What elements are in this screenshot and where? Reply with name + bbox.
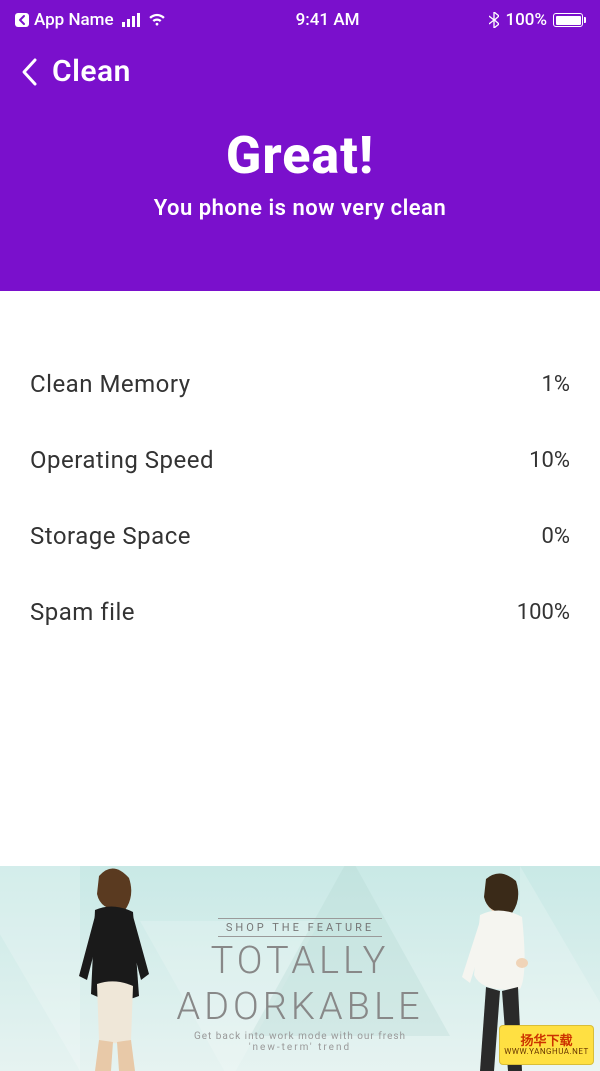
ad-headline-2: ADORKABLE: [0, 985, 600, 1029]
status-battery-pct: 100%: [505, 10, 547, 30]
page-title: Clean: [52, 54, 131, 89]
ad-banner[interactable]: SHOP THE FEATURE TOTALLY ADORKABLE Get b…: [0, 866, 600, 1071]
stat-row: Clean Memory 1%: [30, 346, 570, 422]
stat-label: Operating Speed: [30, 446, 214, 474]
status-app-name: App Name: [34, 10, 114, 30]
back-app-icon: [14, 12, 30, 28]
watermark-badge: 扬华下载 WWW.YANGHUA.NET: [499, 1025, 594, 1065]
signal-icon: [122, 13, 140, 27]
stat-label: Clean Memory: [30, 370, 191, 398]
watermark-name: 扬华下载: [520, 1035, 572, 1048]
watermark-url: WWW.YANGHUA.NET: [504, 1048, 588, 1056]
hero-section: Great! You phone is now very clean: [0, 95, 600, 231]
hero-subtitle: You phone is now very clean: [20, 196, 580, 221]
stat-value: 10%: [529, 448, 570, 473]
bluetooth-icon: [489, 12, 499, 28]
ad-headline-1: TOTALLY: [0, 939, 600, 983]
stat-label: Spam file: [30, 598, 135, 626]
status-time: 9:41 AM: [296, 10, 360, 30]
status-bar: App Name 9:41 AM 100%: [0, 0, 600, 40]
back-to-app-button[interactable]: App Name: [14, 10, 114, 30]
battery-icon: [553, 13, 586, 27]
stat-value: 0%: [542, 524, 570, 549]
ad-feature-label: SHOP THE FEATURE: [218, 918, 382, 937]
stat-label: Storage Space: [30, 522, 191, 550]
wifi-icon: [148, 13, 166, 27]
hero-title: Great!: [20, 125, 580, 186]
back-icon[interactable]: [20, 57, 38, 87]
stats-card: Clean Memory 1% Operating Speed 10% Stor…: [0, 291, 600, 690]
stat-value: 1%: [542, 372, 570, 397]
stat-value: 100%: [517, 600, 570, 625]
stat-row: Spam file 100%: [30, 574, 570, 650]
stat-row: Storage Space 0%: [30, 498, 570, 574]
stat-row: Operating Speed 10%: [30, 422, 570, 498]
